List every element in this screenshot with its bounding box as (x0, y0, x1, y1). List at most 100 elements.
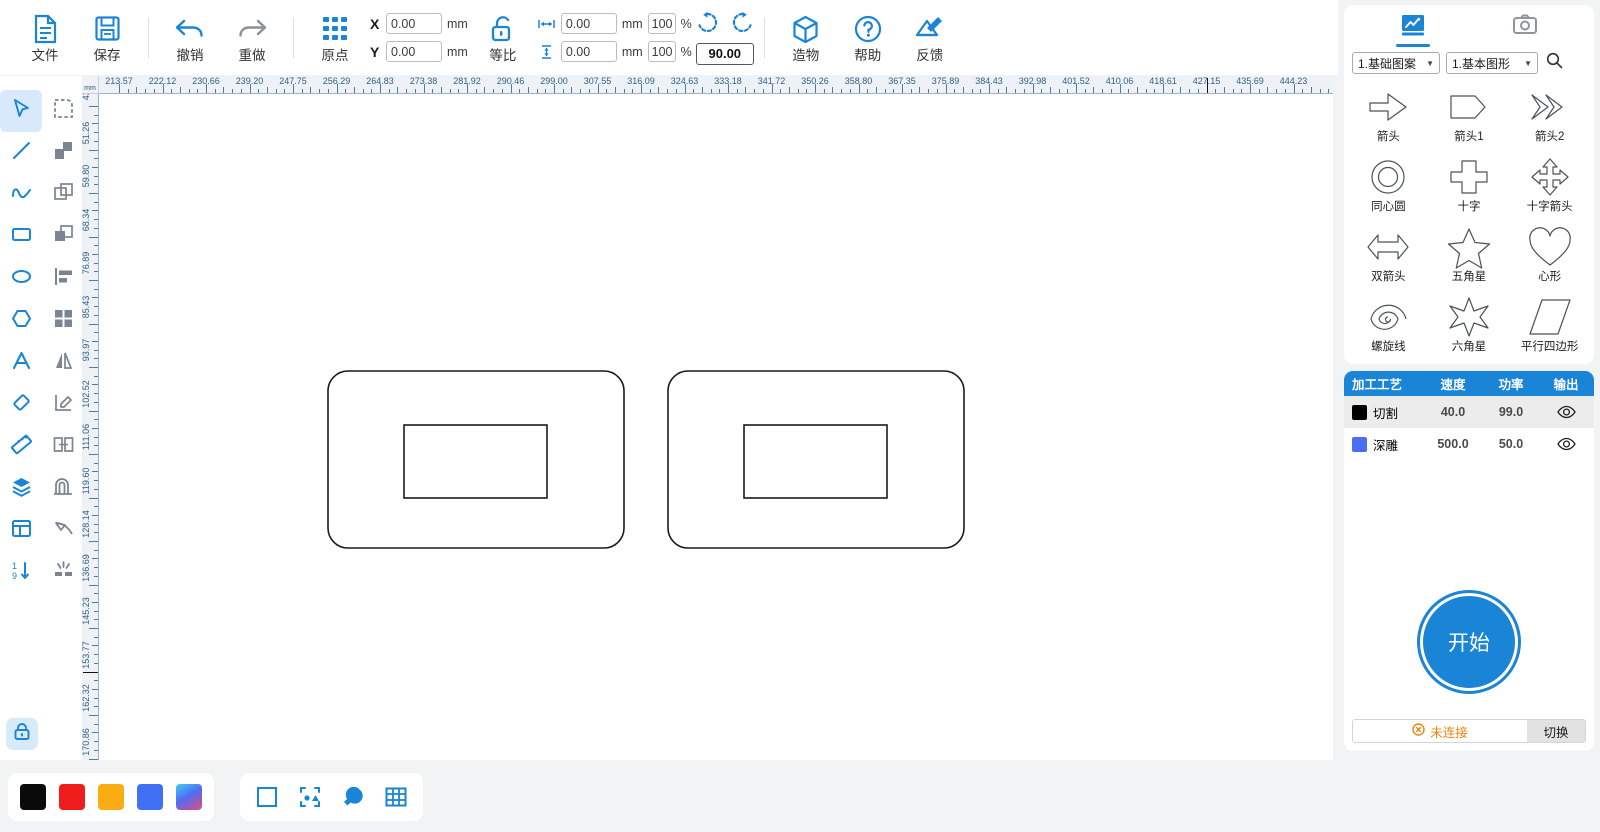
x-unit-label: mm (447, 16, 468, 31)
library-tab-indicator (1396, 44, 1430, 47)
shape-item-arrow-right-shape[interactable]: 箭头 (1348, 84, 1429, 154)
color-swatch-black[interactable] (20, 783, 46, 810)
rectangle-tool[interactable] (0, 216, 42, 258)
create-button[interactable]: 造物 (775, 5, 837, 71)
save-button[interactable]: 保存 (76, 5, 138, 71)
shape-item-heart-shape[interactable]: 心形 (1509, 224, 1590, 294)
shape-item-chevron-arrow-shape[interactable]: 箭头2 (1509, 84, 1590, 154)
search-icon[interactable] (1546, 52, 1563, 74)
curve-tool[interactable] (0, 174, 42, 216)
text-tool[interactable] (0, 342, 42, 384)
shape-item-cross-shape[interactable]: 十字 (1429, 154, 1510, 224)
help-button[interactable]: 帮助 (837, 5, 899, 71)
marquee-select-tool[interactable] (295, 782, 325, 812)
library-tab[interactable] (1396, 13, 1430, 47)
process-output-toggle[interactable] (1540, 405, 1592, 419)
process-output-toggle[interactable] (1540, 437, 1592, 451)
rotate-cw-icon[interactable] (731, 11, 754, 39)
color-swatch-orange[interactable] (98, 783, 124, 810)
horizontal-ruler[interactable]: 213.57 222.12 230.66 239.20 247.75 256.29 264.… (99, 76, 1333, 94)
ruler-label: 264.83 (366, 76, 394, 86)
subtract-tool[interactable] (42, 174, 84, 216)
ruler-label: 384.43 (975, 76, 1003, 86)
line-tool[interactable] (0, 132, 42, 174)
eraser-tool[interactable] (0, 384, 42, 426)
rect-inner-right[interactable] (743, 424, 888, 499)
polygon-tool[interactable] (0, 300, 42, 342)
x-input[interactable] (386, 13, 442, 34)
process-power: 50.0 (1498, 437, 1524, 451)
intersect-tool[interactable] (42, 216, 84, 258)
process-color-chip[interactable] (1352, 404, 1367, 420)
undo-button[interactable]: 撤销 (159, 5, 221, 71)
width-percent-input[interactable] (647, 13, 676, 34)
category-primary-select[interactable]: 1.基础图案 ▼ (1352, 52, 1440, 74)
explode-tool[interactable] (42, 552, 84, 594)
path-draw-tool[interactable] (42, 510, 84, 552)
sort-tool[interactable]: 19 (0, 552, 42, 594)
connection-status-label: 未连接 (1430, 725, 1468, 740)
layers-tool[interactable] (0, 468, 42, 510)
process-row[interactable]: 切割 40.0 99.0 (1344, 396, 1594, 428)
group-tool[interactable] (42, 300, 84, 342)
shape-item-four-way-arrow-shape[interactable]: 十字箭头 (1509, 154, 1590, 224)
crop-tool[interactable] (42, 90, 84, 132)
process-row[interactable]: 深雕 500.0 50.0 (1344, 428, 1594, 460)
shape-item-five-point-star-shape[interactable]: 五角星 (1429, 224, 1510, 294)
magnet-snap-tool[interactable] (338, 782, 368, 812)
width-unit-label: mm (621, 16, 643, 31)
shape-item-six-point-star-shape[interactable]: 六角星 (1429, 294, 1510, 364)
color-swatch-red[interactable] (59, 783, 85, 810)
shape-item-concentric-circles-shape[interactable]: 同心圆 (1348, 154, 1429, 224)
width-input[interactable] (560, 13, 617, 34)
layout-tool[interactable] (0, 510, 42, 552)
file-button[interactable]: 文件 (14, 5, 76, 71)
redo-button[interactable]: 重做 (221, 5, 283, 71)
rotate-ccw-icon[interactable] (696, 11, 719, 39)
y-input[interactable] (386, 41, 442, 62)
process-color-chip[interactable] (1352, 436, 1367, 452)
rounded-rect-outer-right[interactable] (667, 370, 965, 549)
feedback-button[interactable]: 反馈 (899, 5, 961, 71)
rect-inner-left[interactable] (403, 424, 548, 499)
switch-connection-button[interactable]: 切换 (1527, 720, 1585, 742)
shape-item-parallelogram-shape[interactable]: 平行四边形 (1509, 294, 1590, 364)
select-tool[interactable] (0, 90, 42, 132)
node-edit-icon (53, 392, 74, 418)
grid-toggle-tool[interactable] (381, 782, 411, 812)
bounding-box-tool[interactable] (252, 782, 282, 812)
design-canvas[interactable] (99, 94, 1333, 760)
start-button[interactable]: 开始 (1420, 593, 1518, 691)
shape-item-double-arrow-shape[interactable]: 双箭头 (1348, 224, 1429, 294)
heart-shape (1527, 224, 1573, 272)
align-tool[interactable] (42, 258, 84, 300)
process-power: 99.0 (1498, 405, 1524, 419)
mirror-tool[interactable] (42, 342, 84, 384)
union-tool[interactable] (42, 132, 84, 174)
distribute-tool[interactable] (42, 426, 84, 468)
lock-canvas-button[interactable] (6, 718, 38, 750)
lock-ratio-label: 等比 (489, 48, 517, 64)
dimension-group: mm % mm % (538, 13, 692, 62)
shape-item-arrow-banner-shape[interactable]: 箭头1 (1429, 84, 1510, 154)
measure-tool[interactable] (0, 426, 42, 468)
lock-ratio-button[interactable]: 等比 (472, 5, 534, 71)
rotation-input[interactable] (695, 42, 754, 65)
connection-status[interactable]: 未连接 (1353, 720, 1527, 742)
height-input[interactable] (560, 41, 617, 62)
ruler-label: 307.55 (583, 76, 612, 86)
origin-button[interactable]: 原点 (304, 5, 366, 71)
process-column-header: 输出 (1553, 378, 1579, 392)
shape-item-spiral-shape[interactable]: 螺旋线 (1348, 294, 1429, 364)
ellipse-tool[interactable] (0, 258, 42, 300)
color-swatch-gradient[interactable] (176, 783, 202, 810)
rounded-rect-outer-left[interactable] (327, 370, 625, 549)
height-percent-input[interactable] (647, 41, 676, 62)
category-secondary-select[interactable]: 1.基本图形 ▼ (1446, 52, 1538, 74)
camera-tab[interactable] (1508, 13, 1542, 47)
cross-shape (1446, 154, 1492, 202)
color-swatch-blue[interactable] (137, 783, 163, 810)
offset-tool[interactable] (42, 468, 84, 510)
vertical-ruler[interactable]: 42.71 51.26 59.80 68.34 76.89 85.43 93.97 102.5… (82, 94, 99, 760)
node-edit-tool[interactable] (42, 384, 84, 426)
